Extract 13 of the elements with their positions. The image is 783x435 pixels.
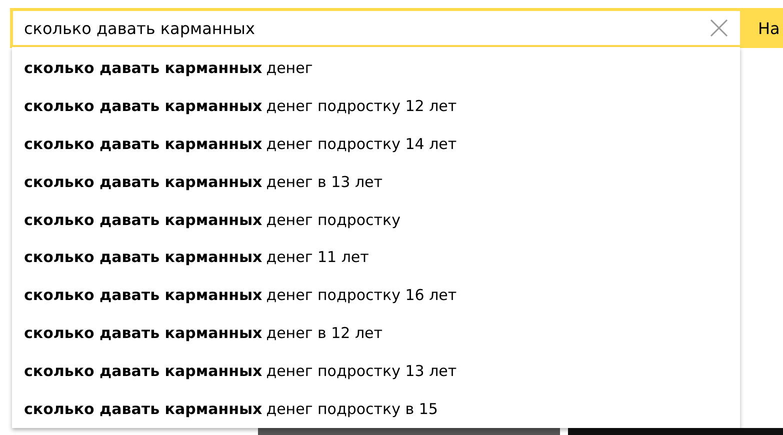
- suggestion-item[interactable]: сколько давать карманных денег подростку 12 лет: [12, 86, 740, 125]
- suggestion-item[interactable]: сколько давать карманных денег подростку: [12, 200, 740, 239]
- search-field[interactable]: сколько давать карманных: [10, 8, 740, 48]
- suggestion-item[interactable]: сколько давать карманных денег подростку 13 лет: [12, 352, 740, 390]
- suggestion-item[interactable]: сколько давать карманных денег подростку в 15: [12, 390, 740, 428]
- suggestion-item[interactable]: сколько давать карманных денег в 12 лет: [12, 314, 740, 352]
- suggestion-item[interactable]: сколько давать карманных денег в 13 лет: [12, 162, 740, 201]
- suggestion-item[interactable]: сколько давать карманных денег подростку 14 лет: [12, 124, 740, 163]
- search-button[interactable]: На: [740, 8, 783, 48]
- suggestion-item[interactable]: сколько давать карманных денег 11 лет: [12, 238, 740, 276]
- suggestion-item[interactable]: сколько давать карманных денег: [12, 49, 740, 87]
- close-icon[interactable]: [710, 19, 728, 37]
- suggestion-item[interactable]: сколько давать карманных денег подростку 16 лет: [12, 276, 740, 314]
